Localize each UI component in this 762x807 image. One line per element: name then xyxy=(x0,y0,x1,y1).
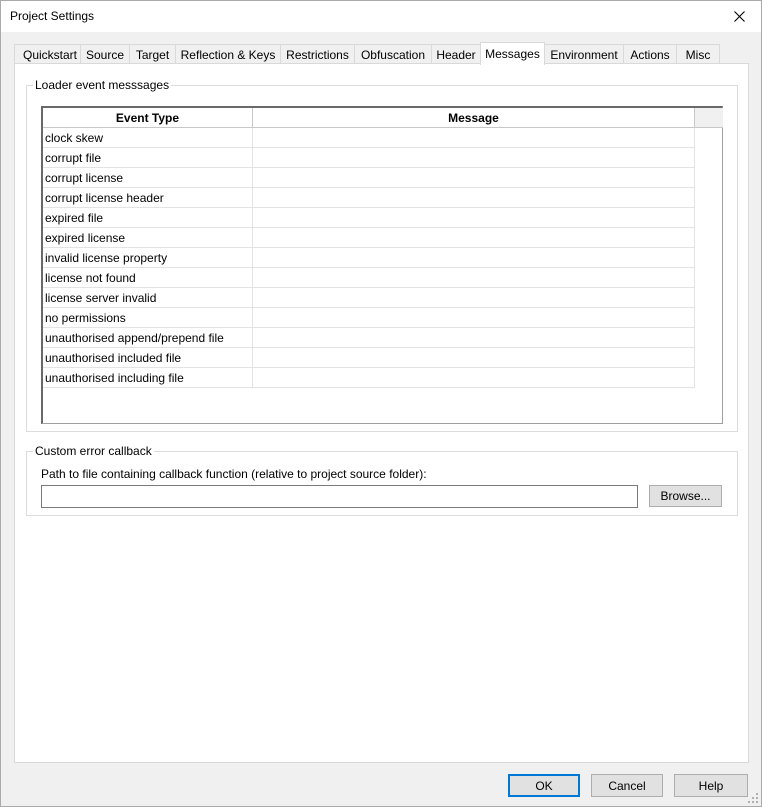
table-row[interactable]: unauthorised including file xyxy=(43,368,695,388)
table-row[interactable]: license not found xyxy=(43,268,695,288)
grid-rows: clock skew corrupt file corrupt license … xyxy=(43,128,695,388)
window-title: Project Settings xyxy=(10,9,95,23)
tab-restrictions[interactable]: Restrictions xyxy=(280,44,355,64)
table-row[interactable]: corrupt license header xyxy=(43,188,695,208)
tab-reflection-keys[interactable]: Reflection & Keys xyxy=(175,44,281,64)
messages-tab-panel: Loader event messsages Event Type Messag… xyxy=(14,63,749,763)
loader-event-messages-group: Loader event messsages Event Type Messag… xyxy=(26,78,738,432)
event-type-cell[interactable]: expired license xyxy=(43,228,253,248)
event-type-cell[interactable]: unauthorised included file xyxy=(43,348,253,368)
message-cell[interactable] xyxy=(253,128,695,148)
tab-obfuscation[interactable]: Obfuscation xyxy=(354,44,432,64)
tab-environment[interactable]: Environment xyxy=(544,44,624,64)
title-bar: Project Settings xyxy=(1,1,761,32)
tab-actions[interactable]: Actions xyxy=(623,44,677,64)
message-cell[interactable] xyxy=(253,248,695,268)
custom-error-callback-group: Custom error callback Path to file conta… xyxy=(26,444,738,516)
table-row[interactable]: corrupt file xyxy=(43,148,695,168)
cancel-button[interactable]: Cancel xyxy=(591,774,663,797)
message-cell[interactable] xyxy=(253,168,695,188)
message-cell[interactable] xyxy=(253,328,695,348)
message-cell[interactable] xyxy=(253,348,695,368)
event-type-cell[interactable]: expired file xyxy=(43,208,253,228)
loader-group-title: Loader event messsages xyxy=(33,78,172,92)
tab-source[interactable]: Source xyxy=(80,44,130,64)
table-row[interactable]: license server invalid xyxy=(43,288,695,308)
close-button[interactable] xyxy=(717,1,761,32)
resize-grip-icon[interactable] xyxy=(747,792,759,804)
table-row[interactable]: corrupt license xyxy=(43,168,695,188)
message-cell[interactable] xyxy=(253,228,695,248)
event-type-cell[interactable]: corrupt license xyxy=(43,168,253,188)
callback-path-input[interactable] xyxy=(41,485,638,508)
event-type-cell[interactable]: unauthorised append/prepend file xyxy=(43,328,253,348)
event-type-cell[interactable]: invalid license property xyxy=(43,248,253,268)
tab-messages[interactable]: Messages xyxy=(480,42,545,65)
message-cell[interactable] xyxy=(253,148,695,168)
message-cell[interactable] xyxy=(253,208,695,228)
callback-group-title: Custom error callback xyxy=(33,444,154,458)
table-row[interactable]: expired license xyxy=(43,228,695,248)
event-type-cell[interactable]: no permissions xyxy=(43,308,253,328)
table-row[interactable]: no permissions xyxy=(43,308,695,328)
ok-button[interactable]: OK xyxy=(508,774,580,797)
grid-header: Event Type Message xyxy=(43,108,723,128)
event-type-cell[interactable]: unauthorised including file xyxy=(43,368,253,388)
event-messages-grid[interactable]: Event Type Message clock skew corrupt fi… xyxy=(41,106,723,424)
message-cell[interactable] xyxy=(253,368,695,388)
event-type-cell[interactable]: corrupt license header xyxy=(43,188,253,208)
help-button[interactable]: Help xyxy=(674,774,748,797)
table-row[interactable]: invalid license property xyxy=(43,248,695,268)
message-cell[interactable] xyxy=(253,268,695,288)
project-settings-dialog: Project Settings Quickstart Source Targe… xyxy=(0,0,762,807)
close-icon xyxy=(733,11,745,22)
message-cell[interactable] xyxy=(253,288,695,308)
event-type-cell[interactable]: corrupt file xyxy=(43,148,253,168)
column-header-event-type[interactable]: Event Type xyxy=(43,108,253,128)
tab-target[interactable]: Target xyxy=(129,44,176,64)
header-filler xyxy=(695,108,723,128)
tab-header[interactable]: Header xyxy=(431,44,481,64)
table-row[interactable]: unauthorised included file xyxy=(43,348,695,368)
event-type-cell[interactable]: license server invalid xyxy=(43,288,253,308)
event-type-cell[interactable]: license not found xyxy=(43,268,253,288)
message-cell[interactable] xyxy=(253,308,695,328)
browse-button[interactable]: Browse... xyxy=(649,485,722,507)
event-type-cell[interactable]: clock skew xyxy=(43,128,253,148)
table-row[interactable]: expired file xyxy=(43,208,695,228)
tab-misc[interactable]: Misc xyxy=(676,44,720,64)
table-row[interactable]: unauthorised append/prepend file xyxy=(43,328,695,348)
callback-path-label: Path to file containing callback functio… xyxy=(41,467,427,481)
tab-quickstart[interactable]: Quickstart xyxy=(14,44,86,64)
column-header-message[interactable]: Message xyxy=(253,108,695,128)
message-cell[interactable] xyxy=(253,188,695,208)
table-row[interactable]: clock skew xyxy=(43,128,695,148)
